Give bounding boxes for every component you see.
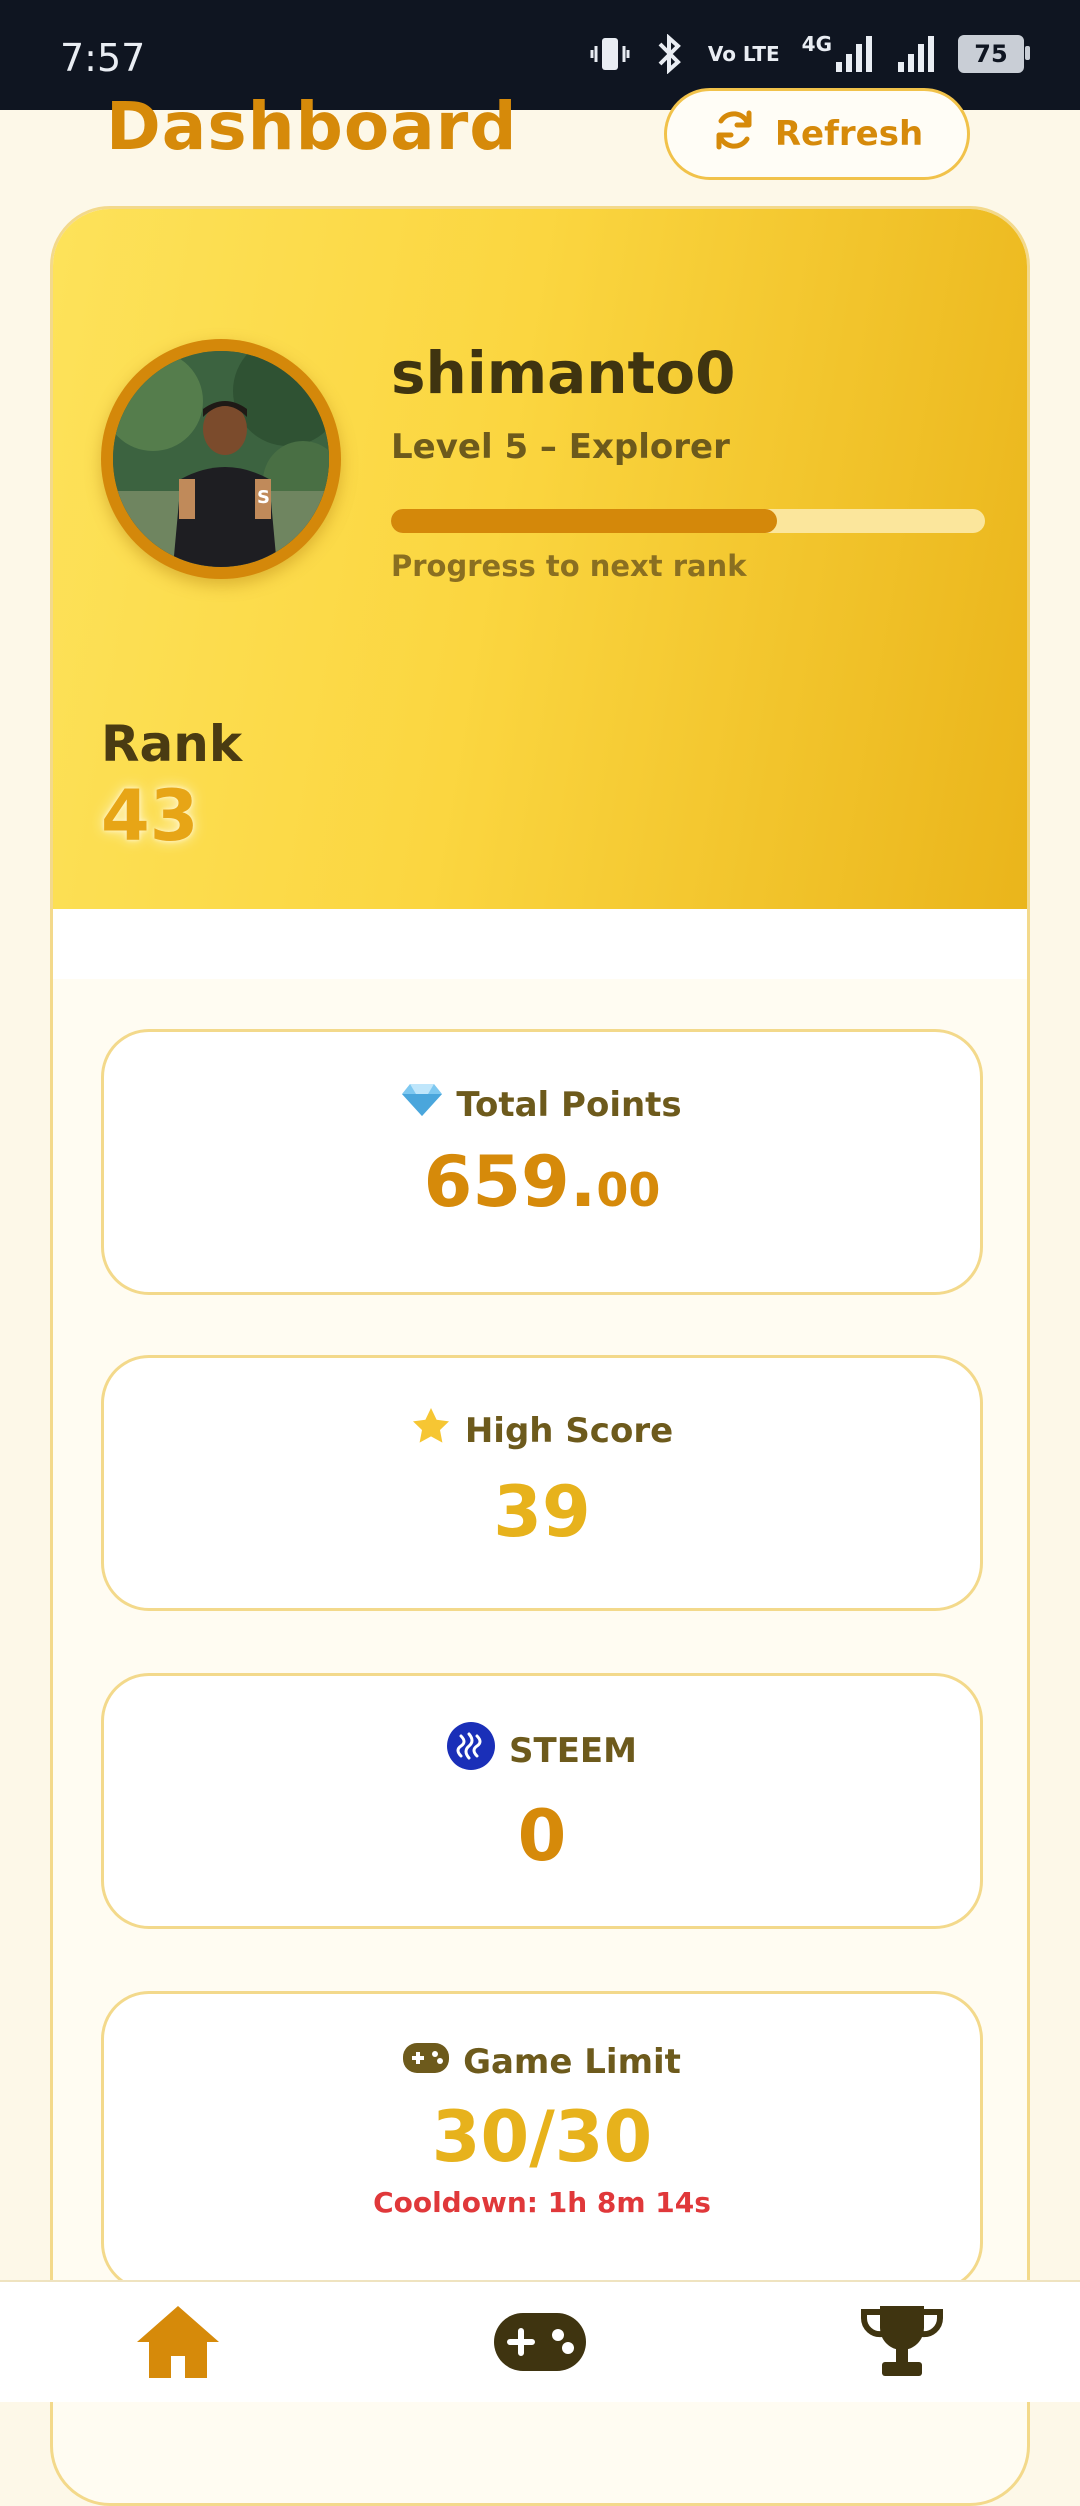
rank-label: Rank xyxy=(101,715,243,773)
gamepad-icon xyxy=(494,2313,586,2375)
star-icon xyxy=(411,1406,451,1455)
avatar[interactable]: S xyxy=(101,339,341,579)
high-score-card: High Score 39 xyxy=(101,1355,983,1611)
total-points-card: Total Points 659.00 xyxy=(101,1029,983,1295)
bottom-nav xyxy=(0,2280,1080,2402)
total-points-value: 659.00 xyxy=(104,1141,980,1223)
steem-logo-icon xyxy=(447,1722,496,1779)
rank-progress-fill xyxy=(391,509,778,533)
rank-value: 43 xyxy=(101,775,199,857)
game-limit-value: 30/30 xyxy=(431,2096,653,2178)
nav-leaderboard[interactable] xyxy=(852,2302,952,2386)
status-time: 7:57 xyxy=(60,36,146,80)
steem-label: STEEM xyxy=(509,1730,637,1771)
cooldown-timer: Cooldown: 1h 8m 14s xyxy=(373,2186,711,2219)
page-title: Dashboard xyxy=(106,88,518,165)
game-limit-title: Game Limit xyxy=(104,2042,980,2082)
total-points-decimal: 00 xyxy=(596,1163,661,1217)
vibrate-icon xyxy=(590,34,630,74)
trophy-icon xyxy=(860,2304,944,2384)
volte-icon: Vo LTE xyxy=(707,42,780,66)
high-score-value: 39 xyxy=(493,1471,591,1553)
game-limit-label: Game Limit xyxy=(463,2042,681,2082)
hero-divider xyxy=(53,909,1027,979)
profile-hero: S shimanto0 Level 5 – Explorer Progress … xyxy=(53,209,1027,909)
steem-value: 0 xyxy=(517,1795,567,1877)
steem-title: STEEM xyxy=(104,1722,980,1779)
total-points-integer: 659. xyxy=(423,1141,597,1223)
username: shimanto0 xyxy=(391,339,736,407)
diamond-icon xyxy=(402,1082,443,1127)
high-score-label: High Score xyxy=(464,1410,674,1451)
network-type-label: 4G xyxy=(801,32,832,56)
svg-text:S: S xyxy=(257,487,270,508)
signal-4g-icon: 4G xyxy=(802,34,874,74)
total-points-title: Total Points xyxy=(104,1082,980,1127)
game-limit-card: Game Limit 30/30 Cooldown: 1h 8m 14s xyxy=(101,1991,983,2291)
avatar-photo: S xyxy=(113,351,329,567)
bluetooth-icon xyxy=(652,34,686,74)
rank-progress-bar xyxy=(391,509,985,533)
home-icon xyxy=(135,2304,221,2384)
gamepad-icon xyxy=(403,2042,450,2082)
progress-label: Progress to next rank xyxy=(391,549,747,583)
refresh-button[interactable]: Refresh xyxy=(664,88,970,180)
steem-card: STEEM 0 xyxy=(101,1673,983,1929)
signal-icon xyxy=(896,34,936,74)
nav-home[interactable] xyxy=(128,2302,228,2386)
high-score-title: High Score xyxy=(104,1406,980,1455)
nav-games[interactable] xyxy=(490,2302,590,2386)
total-points-label: Total Points xyxy=(456,1084,682,1125)
profile-card: S shimanto0 Level 5 – Explorer Progress … xyxy=(50,206,1030,2506)
refresh-icon xyxy=(711,107,757,162)
refresh-label: Refresh xyxy=(774,114,924,154)
status-icons: Vo LTE 4G 75 xyxy=(590,34,1030,74)
battery-icon: 75 xyxy=(958,35,1030,73)
level-label: Level 5 – Explorer xyxy=(391,427,730,467)
